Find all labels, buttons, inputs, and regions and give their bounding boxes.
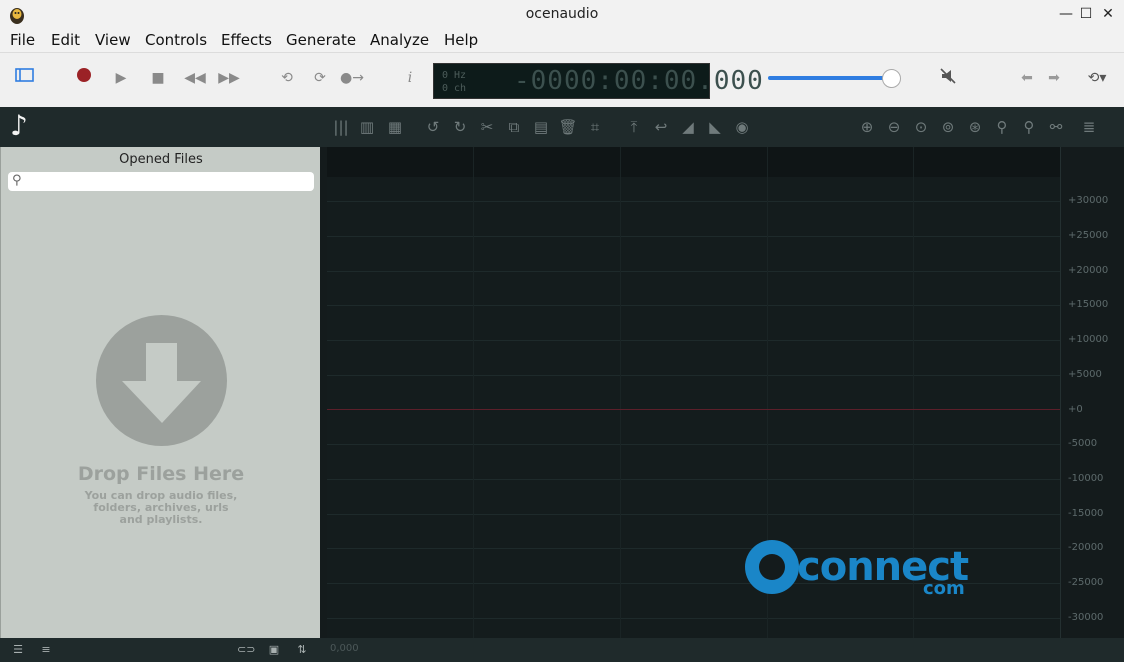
spectrum-view-icon[interactable]: ▥ — [356, 116, 378, 138]
drop-description: You can drop audio files, folders, archi… — [84, 489, 238, 526]
fade-in-icon[interactable]: ◢ — [677, 116, 699, 138]
watermark-c-icon — [745, 540, 799, 594]
channel-readout: 0 ch — [442, 83, 467, 94]
volume-slider-handle[interactable] — [882, 69, 901, 88]
fast-forward-button[interactable]: ▶▶ — [218, 67, 240, 89]
normalize-icon[interactable]: ⤒ — [623, 116, 645, 138]
undo-icon[interactable]: ↺ — [422, 116, 444, 138]
loop-icon[interactable]: ⟲ — [276, 67, 298, 89]
scale-tick: -20000 — [1068, 542, 1104, 553]
opened-files-panel: Opened Files ⚲ Drop Files Here You can d… — [0, 147, 321, 638]
time-readout: -0000:00:00.000 — [514, 66, 764, 96]
waveform-header-shade — [327, 147, 1060, 177]
scale-tick: +20000 — [1068, 265, 1109, 276]
zoom-fit-icon[interactable]: ⊚ — [937, 116, 959, 138]
watermark-suffix: com — [923, 578, 965, 599]
stop-button[interactable]: ■ — [147, 67, 169, 89]
title-bar: ocenaudio — ☐ ✕ — [0, 0, 1124, 28]
reverse-icon[interactable]: ↩ — [650, 116, 672, 138]
status-bar: ☰ ≡ ⊂⊃ ▣ ⇅ 0,000 — [0, 638, 1124, 662]
close-icon[interactable]: ✕ — [1098, 4, 1118, 24]
scale-tick: +10000 — [1068, 334, 1109, 345]
scale-tick: -30000 — [1068, 612, 1104, 623]
amplitude-scale: +30000 +25000 +20000 +15000 +10000 +5000… — [1060, 147, 1124, 638]
crop-icon[interactable]: ⌗ — [584, 116, 606, 138]
menu-controls[interactable]: Controls — [145, 31, 207, 49]
time-display: 0 Hz 0 ch -0000:00:00.000 — [433, 63, 764, 99]
rewind-button[interactable]: ◀◀ — [184, 67, 206, 89]
zero-line — [327, 409, 1060, 410]
menu-effects[interactable]: Effects — [221, 31, 272, 49]
scale-tick: +25000 — [1068, 230, 1109, 241]
scale-tick: -5000 — [1068, 438, 1098, 449]
zoom-in-icon[interactable]: ⊕ — [856, 116, 878, 138]
position-readout: 0,000 — [330, 643, 359, 654]
menu-edit[interactable]: Edit — [51, 31, 80, 49]
drop-arrow-icon — [96, 315, 227, 446]
scale-tick: -15000 — [1068, 508, 1104, 519]
menu-help[interactable]: Help — [444, 31, 478, 49]
waveform-area[interactable]: +30000 +25000 +20000 +15000 +10000 +5000… — [320, 147, 1124, 638]
effects-knob-icon[interactable]: ◉ — [731, 116, 753, 138]
scale-tick: +30000 — [1068, 195, 1109, 206]
mute-speaker-icon[interactable] — [937, 67, 959, 89]
paste-icon[interactable]: ▤ — [530, 116, 552, 138]
history-icon[interactable]: ⟲▾ — [1082, 67, 1112, 89]
delete-icon[interactable]: 🗑 — [557, 116, 579, 138]
redo-icon[interactable]: ↻ — [449, 116, 471, 138]
menu-analyze[interactable]: Analyze — [370, 31, 429, 49]
forward-arrow-icon[interactable]: ➡ — [1043, 67, 1065, 89]
volume-slider[interactable] — [768, 76, 891, 80]
scale-tick: -10000 — [1068, 473, 1104, 484]
info-icon[interactable]: i — [399, 67, 421, 89]
window-title: ocenaudio — [525, 6, 599, 22]
image-icon[interactable]: ▣ — [266, 642, 282, 658]
scale-tick: +15000 — [1068, 299, 1109, 310]
maximize-icon[interactable]: ☐ — [1076, 4, 1096, 24]
watermark-logo: connect com — [745, 540, 975, 610]
menu-bar: File Edit View Controls Effects Generate… — [0, 28, 1124, 53]
vertical-zoom-out-icon[interactable]: ⚲ — [1018, 116, 1040, 138]
vertical-zoom-in-icon[interactable]: ⚲ — [991, 116, 1013, 138]
search-icon: ⚲ — [12, 173, 22, 188]
sort-icon[interactable]: ⇅ — [294, 642, 310, 658]
toolbar-menu-icon[interactable]: ≣ — [1078, 116, 1100, 138]
fade-out-icon[interactable]: ◣ — [704, 116, 726, 138]
waveform-view-icon[interactable]: ||| — [330, 116, 352, 138]
cut-icon[interactable]: ✂ — [476, 116, 498, 138]
panel-title: Opened Files — [119, 152, 203, 167]
music-note-icon[interactable]: ♪ — [10, 111, 28, 141]
play-cursor-follow-icon[interactable]: ●→ — [340, 67, 364, 89]
scale-tick: +0 — [1068, 404, 1083, 415]
loop-selection-icon[interactable]: ⟳ — [309, 67, 331, 89]
menu-view[interactable]: View — [95, 31, 131, 49]
back-arrow-icon[interactable]: ⬅ — [1016, 67, 1038, 89]
sidebar-toggle-icon[interactable] — [14, 67, 36, 89]
vertical-zoom-reset-icon[interactable]: ⚯ — [1045, 116, 1067, 138]
record-button[interactable] — [73, 67, 95, 89]
copy-icon[interactable]: ⧉ — [503, 116, 525, 138]
link-icon[interactable]: ⊂⊃ — [237, 642, 255, 658]
sample-rate-readout: 0 Hz — [442, 70, 467, 81]
zoom-selection-icon[interactable]: ⊙ — [910, 116, 932, 138]
scale-tick: +5000 — [1068, 369, 1102, 380]
search-input[interactable]: ⚲ — [8, 172, 314, 191]
drop-title: Drop Files Here — [77, 463, 245, 485]
minimize-icon[interactable]: — — [1056, 4, 1076, 24]
spectrogram-view-icon[interactable]: ▦ — [384, 116, 406, 138]
play-button[interactable]: ▶ — [110, 67, 132, 89]
scale-tick: -25000 — [1068, 577, 1104, 588]
compact-list-icon[interactable]: ≡ — [38, 642, 54, 658]
list-view-icon[interactable]: ☰ — [10, 642, 26, 658]
zoom-all-icon[interactable]: ⊛ — [964, 116, 986, 138]
menu-generate[interactable]: Generate — [286, 31, 356, 49]
zoom-out-icon[interactable]: ⊖ — [883, 116, 905, 138]
menu-file[interactable]: File — [10, 31, 35, 49]
